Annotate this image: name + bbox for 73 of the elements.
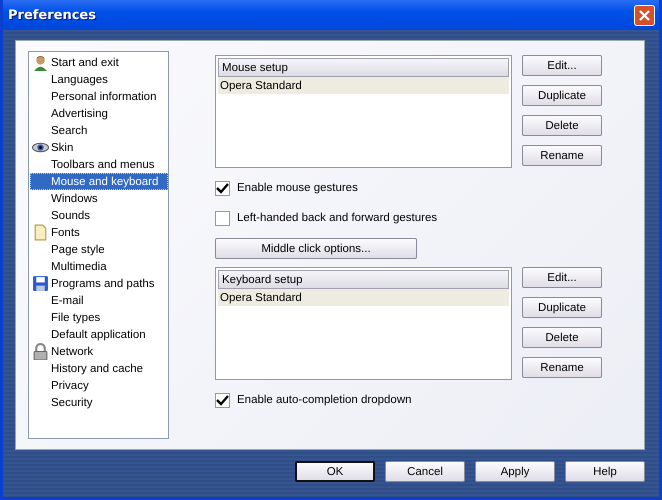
list-action-button[interactable]: Edit...: [522, 267, 602, 288]
list-header: Mouse setup: [218, 58, 509, 77]
list-action-button[interactable]: Delete: [522, 327, 602, 348]
sidebar-item[interactable]: Advertising: [30, 105, 168, 122]
sidebar-item-label: Advertising: [51, 108, 108, 120]
document-icon: [32, 224, 49, 241]
checkbox-label: Enable auto-completion dropdown: [237, 394, 412, 406]
sidebar-item-label: History and cache: [51, 362, 144, 374]
sidebar-item-label: Start and exit: [51, 56, 119, 68]
sidebar-item[interactable]: Languages: [30, 71, 168, 88]
window-title: Preferences: [8, 8, 96, 22]
sidebar-item[interactable]: Skin: [30, 139, 168, 156]
sidebar-item-label: Programs and paths: [51, 278, 155, 290]
list-action-button[interactable]: Edit...: [522, 55, 602, 76]
sidebar-item[interactable]: Multimedia: [30, 258, 168, 275]
list-action-button[interactable]: Delete: [522, 115, 602, 136]
close-button[interactable]: [634, 4, 655, 26]
sidebar-item[interactable]: Personal information: [30, 88, 168, 105]
sidebar-item-label: Privacy: [51, 380, 89, 392]
sidebar-item-label: Multimedia: [51, 260, 107, 272]
checkbox[interactable]: [215, 392, 230, 408]
sidebar-item-label: Mouse and keyboard: [51, 176, 158, 188]
sidebar-item-label: Personal information: [51, 90, 156, 102]
checkmark-icon: [216, 394, 229, 406]
sidebar-item-label: Toolbars and menus: [51, 158, 155, 170]
checkmark-icon: [216, 182, 229, 194]
sidebar-item[interactable]: Page style: [30, 241, 168, 258]
sidebar-item-label: Network: [51, 346, 94, 358]
checkbox[interactable]: [215, 210, 230, 226]
sidebar-item[interactable]: Sounds: [30, 207, 168, 224]
sidebar-item-label: E-mail: [51, 294, 84, 306]
list-action-button[interactable]: Rename: [522, 357, 602, 378]
sidebar-item-label: Skin: [51, 142, 74, 154]
sidebar-item[interactable]: Programs and paths: [30, 275, 168, 292]
avatar-icon: [32, 54, 49, 71]
sidebar-item[interactable]: History and cache: [30, 360, 168, 377]
sidebar-item-label: Search: [51, 124, 88, 136]
list-row[interactable]: Opera Standard: [218, 289, 509, 306]
dialog-button[interactable]: Apply: [475, 461, 555, 482]
sidebar-item-label: Default application: [51, 328, 146, 340]
sidebar-item[interactable]: Toolbars and menus: [30, 156, 168, 173]
list-action-button[interactable]: Rename: [522, 145, 602, 166]
sidebar-item-label: Windows: [51, 192, 98, 204]
dialog-button[interactable]: Cancel: [385, 461, 465, 482]
sidebar-item-label: File types: [51, 312, 100, 324]
sidebar-item-label: Languages: [51, 74, 108, 86]
padlock-icon: [32, 343, 49, 360]
list-action-button[interactable]: Duplicate: [522, 85, 602, 106]
sidebar-item[interactable]: Security: [30, 394, 168, 411]
sidebar-item[interactable]: Mouse and keyboard: [30, 173, 168, 190]
sidebar-item-label: Sounds: [51, 210, 90, 222]
sidebar-item-label: Security: [51, 396, 93, 408]
checkbox-label: Left-handed back and forward gestures: [237, 212, 438, 224]
checkbox[interactable]: [215, 180, 230, 196]
sidebar-item[interactable]: Windows: [30, 190, 168, 207]
sidebar-item-label: Page style: [51, 244, 105, 256]
sidebar-item[interactable]: Network: [30, 343, 168, 360]
list-header: Keyboard setup: [218, 270, 509, 289]
sidebar-item[interactable]: Search: [30, 122, 168, 139]
sidebar-item[interactable]: Start and exit: [30, 54, 168, 71]
sidebar-item[interactable]: E-mail: [30, 292, 168, 309]
dialog-button[interactable]: OK: [295, 461, 375, 482]
list-action-button[interactable]: Duplicate: [522, 297, 602, 318]
dialog-button[interactable]: Help: [565, 461, 645, 482]
sidebar-item[interactable]: Privacy: [30, 377, 168, 394]
sidebar-item-label: Fonts: [51, 226, 80, 238]
sidebar-item[interactable]: Default application: [30, 326, 168, 343]
sidebar-item[interactable]: Fonts: [30, 224, 168, 241]
close-icon: [638, 8, 651, 22]
checkbox-label: Enable mouse gestures: [237, 182, 358, 194]
sidebar-item[interactable]: File types: [30, 309, 168, 326]
middle-click-options-button[interactable]: Middle click options...: [215, 238, 417, 259]
list-row[interactable]: Opera Standard: [218, 77, 509, 94]
